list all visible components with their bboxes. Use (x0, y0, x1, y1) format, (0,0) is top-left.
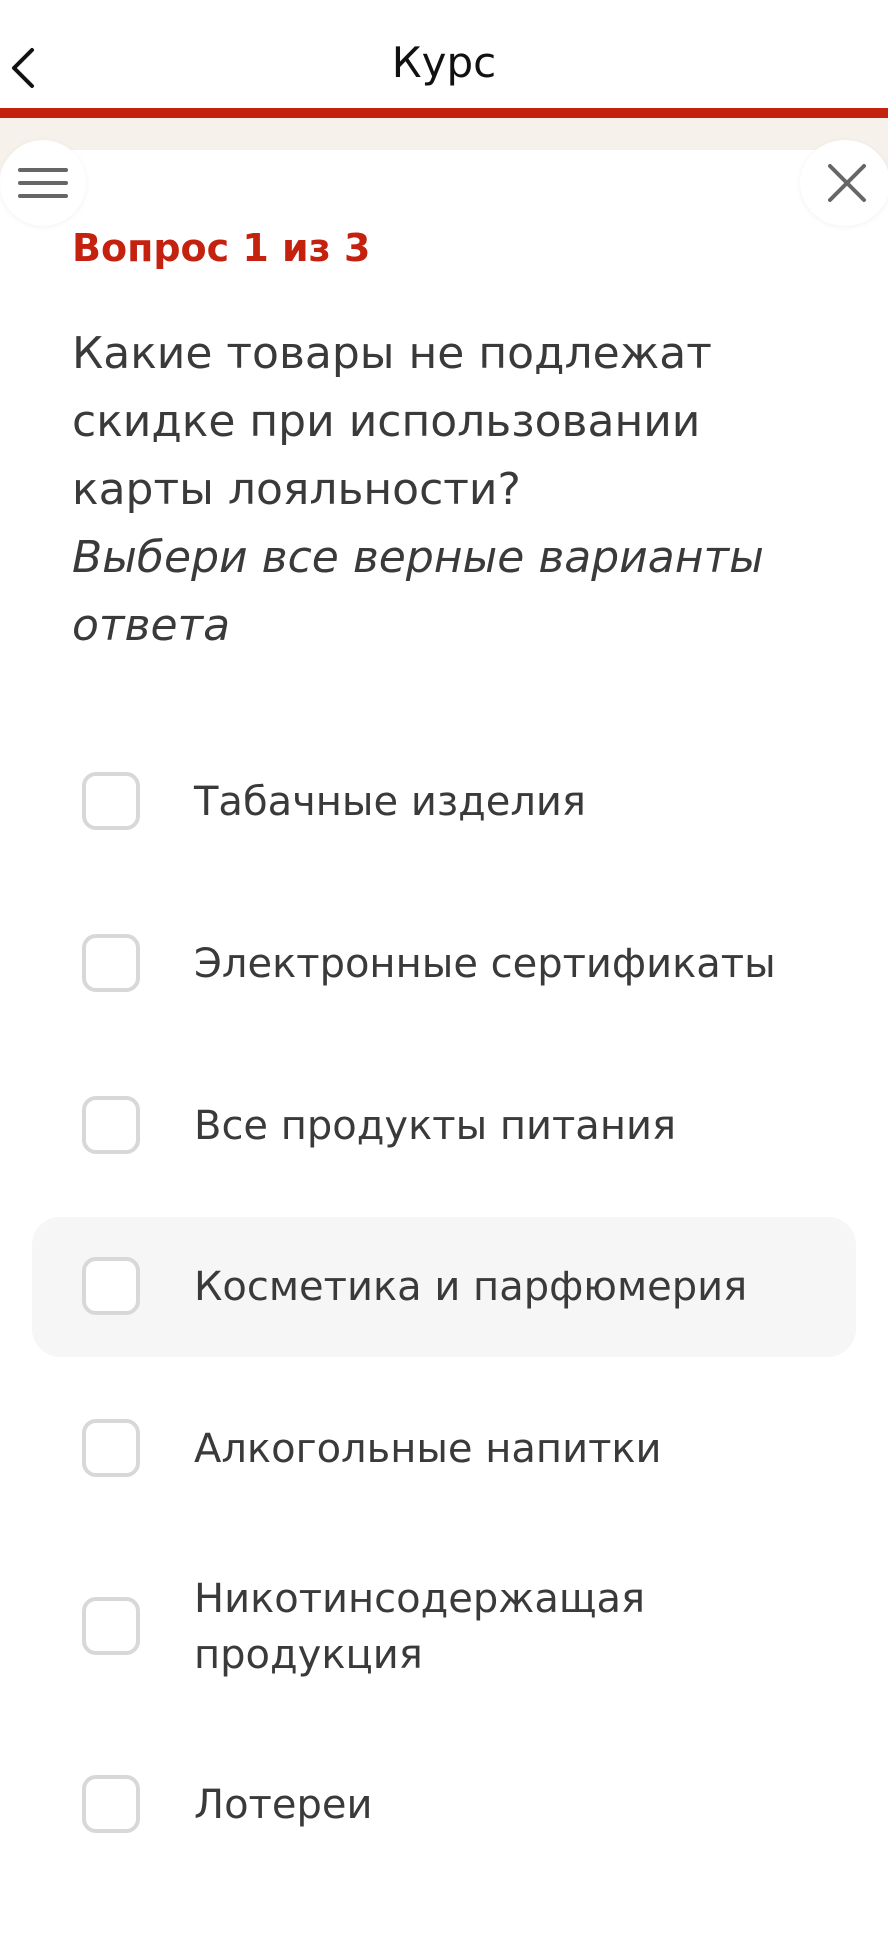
option-label: Алкогольные напитки (194, 1426, 662, 1472)
answer-option[interactable]: Все продукты питания (32, 1056, 856, 1196)
checkbox[interactable] (82, 1096, 140, 1154)
option-label: Косметика и парфюмерия (194, 1264, 748, 1310)
answer-option[interactable]: Никотинсодержащая продукция (32, 1557, 856, 1697)
checkbox[interactable] (82, 934, 140, 992)
checkbox[interactable] (82, 1257, 140, 1315)
question-text: Какие товары не подлежат скидке при испо… (72, 328, 712, 515)
menu-button[interactable] (0, 140, 86, 226)
option-label: Табачные изделия (194, 779, 586, 825)
checkbox[interactable] (82, 1597, 140, 1655)
close-icon (828, 164, 866, 202)
checkbox[interactable] (82, 772, 140, 830)
answer-option[interactable]: Алкогольные напитки (32, 1379, 856, 1519)
menu-icon (18, 168, 68, 198)
option-label: Все продукты питания (194, 1103, 677, 1149)
close-button[interactable] (800, 140, 888, 226)
top-bar: Курс (0, 0, 888, 112)
answer-option[interactable]: Косметика и парфюмерия (32, 1217, 856, 1357)
option-label: Никотинсодержащая продукция (194, 1576, 646, 1678)
question-hint: Выбери все верные варианты ответа (72, 532, 764, 651)
answer-option[interactable]: Лотереи (32, 1735, 856, 1875)
question-counter: Вопрос 1 из 3 (72, 226, 371, 270)
option-label: Электронные сертификаты (194, 941, 776, 987)
checkbox[interactable] (82, 1419, 140, 1477)
answer-option[interactable]: Электронные сертификаты (32, 894, 856, 1034)
option-label: Лотереи (194, 1782, 373, 1828)
checkbox[interactable] (82, 1775, 140, 1833)
page-title: Курс (391, 38, 497, 87)
answer-option[interactable]: Табачные изделия (32, 732, 856, 872)
accent-divider (0, 108, 888, 118)
